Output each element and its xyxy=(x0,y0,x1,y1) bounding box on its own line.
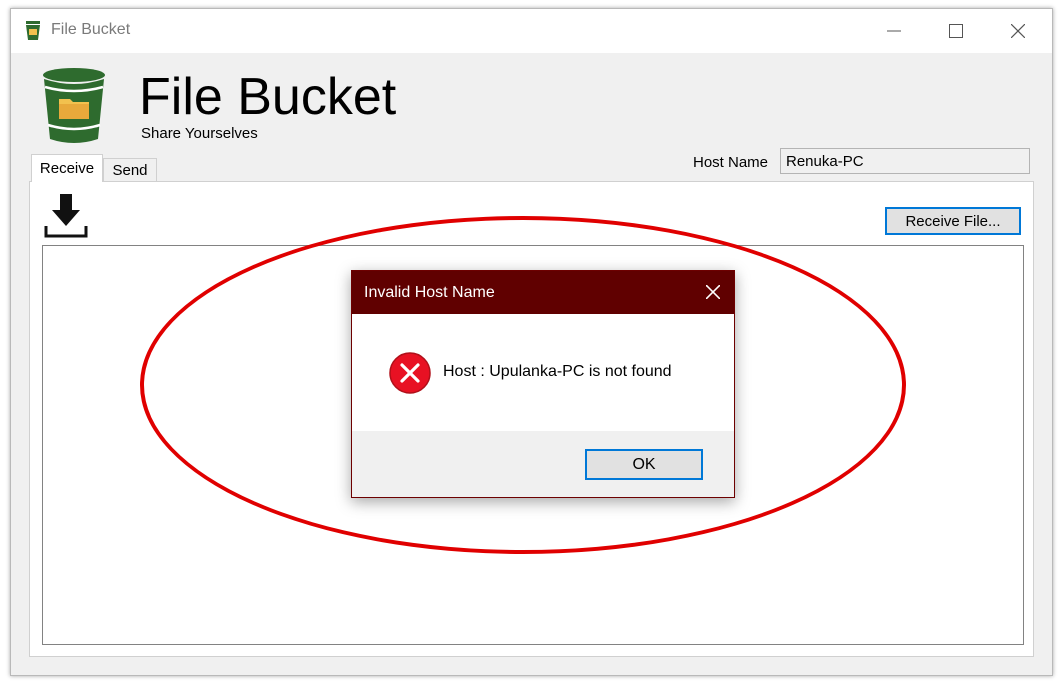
close-icon xyxy=(706,285,720,299)
title-bar[interactable]: File Bucket xyxy=(11,9,1052,53)
app-title-icon xyxy=(25,21,41,41)
close-button[interactable] xyxy=(987,9,1049,53)
bucket-folder-icon xyxy=(39,67,109,147)
error-icon xyxy=(388,351,432,395)
maximize-icon xyxy=(949,24,963,38)
dialog-title-bar[interactable]: Invalid Host Name xyxy=(352,271,734,314)
window-title: File Bucket xyxy=(51,21,131,38)
dialog-footer: OK xyxy=(352,431,734,497)
maximize-button[interactable] xyxy=(925,9,987,53)
receive-file-button[interactable]: Receive File... xyxy=(885,207,1021,235)
tab-send[interactable]: Send xyxy=(103,158,157,182)
dialog-title: Invalid Host Name xyxy=(364,284,495,301)
minimize-icon xyxy=(887,30,901,32)
host-name-input[interactable] xyxy=(780,148,1030,174)
minimize-button[interactable] xyxy=(863,9,925,53)
dialog-message: Host : Upulanka-PC is not found xyxy=(443,363,672,380)
host-name-label: Host Name xyxy=(693,154,769,171)
app-title: File Bucket xyxy=(139,68,397,126)
ok-button[interactable]: OK xyxy=(585,449,703,480)
download-icon xyxy=(42,192,90,240)
close-icon xyxy=(1011,24,1025,38)
app-subtitle: Share Yourselves xyxy=(141,125,258,142)
error-dialog: Invalid Host Name Host : Upulanka-PC is … xyxy=(351,270,735,498)
dialog-close-button[interactable] xyxy=(692,271,735,314)
tab-receive[interactable]: Receive xyxy=(31,154,103,182)
